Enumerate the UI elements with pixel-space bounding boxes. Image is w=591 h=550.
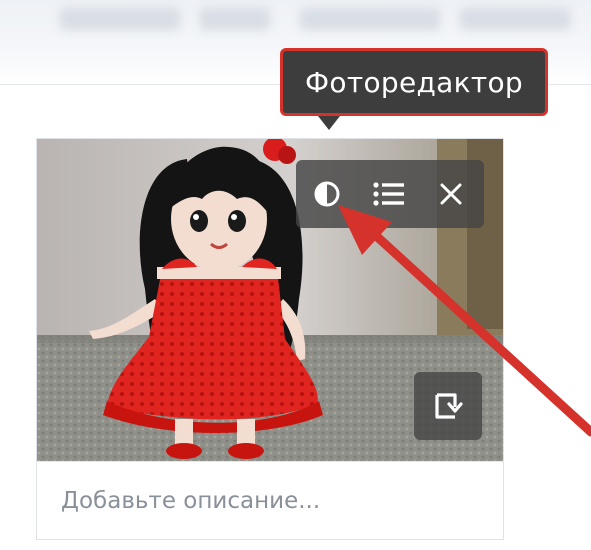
blurred-header-item [60, 8, 180, 30]
rotate-icon [435, 393, 463, 419]
list-icon [373, 182, 404, 206]
tooltip-label: Фоторедактор [305, 65, 523, 99]
tooltip-pointer [318, 116, 340, 130]
blurred-header-item [200, 8, 270, 30]
list-button[interactable] [358, 160, 420, 228]
photo-toolbar [296, 160, 484, 228]
photo-editor-button[interactable] [296, 160, 358, 228]
description-field[interactable]: Добавьте описание... [37, 461, 503, 539]
close-icon [440, 183, 462, 205]
blurred-header-item [460, 8, 570, 30]
photo-editor-tooltip: Фоторедактор [280, 48, 548, 116]
blurred-header-item [300, 8, 440, 30]
contrast-icon [314, 181, 340, 207]
rotate-button[interactable] [414, 372, 482, 440]
remove-photo-button[interactable] [420, 160, 482, 228]
